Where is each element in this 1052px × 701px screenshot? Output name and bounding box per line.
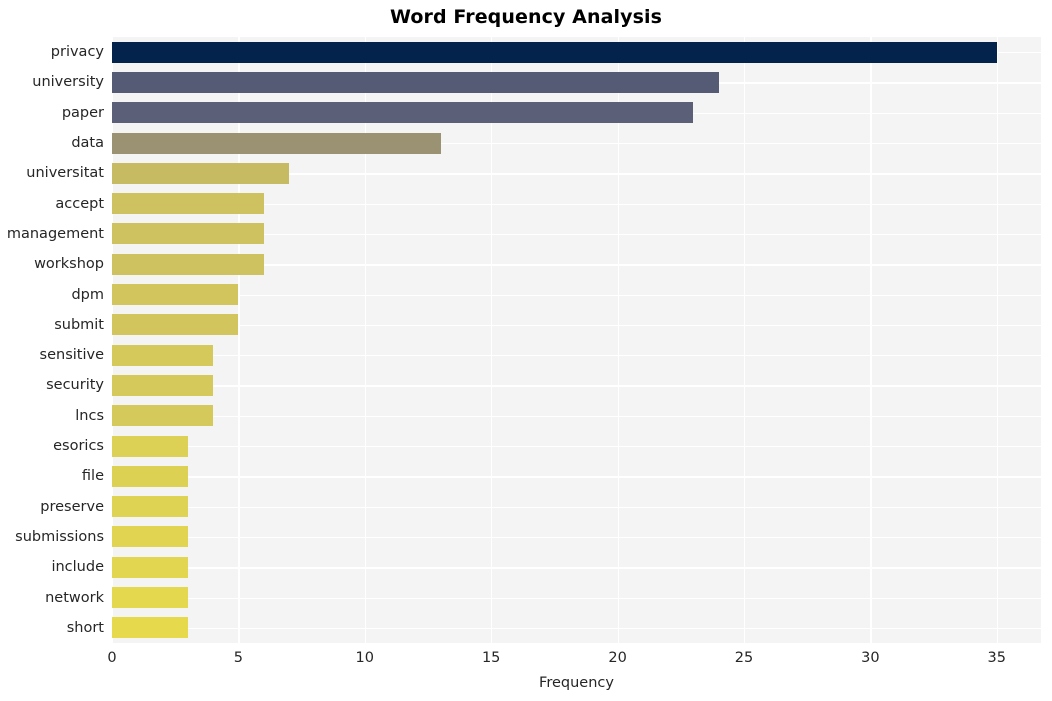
y-tick-label-accept: accept: [55, 195, 104, 212]
y-tick-label-file: file: [81, 468, 104, 485]
x-tick-label-5: 5: [233, 650, 244, 666]
gridline-vertical: [112, 37, 114, 643]
gridline-vertical: [491, 37, 493, 643]
x-tick-label-30: 30: [861, 650, 880, 666]
gridline-horizontal: [112, 567, 1041, 569]
bar-management: [112, 223, 264, 245]
gridline-horizontal: [112, 385, 1041, 387]
bar-dpm: [112, 284, 239, 306]
gridline-vertical: [617, 37, 619, 643]
y-tick-label-management: management: [6, 225, 104, 242]
gridline-vertical: [996, 37, 999, 643]
y-tick-label-data: data: [71, 135, 104, 152]
word-frequency-chart-figure: Word Frequency Analysis privacy universit…: [0, 0, 1052, 701]
gridline-horizontal: [112, 355, 1041, 357]
bar-security: [112, 374, 214, 396]
gridline-vertical: [238, 37, 240, 643]
bar-submissions: [112, 526, 188, 548]
y-tick-label-dpm: dpm: [71, 286, 104, 303]
x-axis-label: Frequency: [539, 675, 614, 691]
gridline-horizontal: [112, 294, 1041, 296]
chart-title: Word Frequency Analysis: [389, 6, 663, 28]
bar-university: [112, 71, 719, 93]
y-axis-tick-labels: privacy university paper data universitat acc…: [0, 37, 104, 643]
y-tick-label-preserve: preserve: [40, 498, 104, 515]
y-tick-label-university: university: [32, 74, 104, 91]
x-tick-label-10: 10: [355, 650, 375, 666]
y-tick-label-privacy: privacy: [50, 44, 104, 61]
gridline-horizontal: [112, 627, 1041, 630]
y-tick-label-network: network: [45, 589, 104, 606]
bar-submit: [112, 314, 239, 336]
y-tick-label-sensitive: sensitive: [39, 347, 104, 364]
y-tick-label-workshop: workshop: [34, 256, 104, 273]
bar-workshop: [112, 253, 264, 275]
gridline-horizontal: [112, 536, 1041, 539]
bar-file: [112, 465, 188, 487]
y-tick-label-universitat: universitat: [26, 165, 104, 182]
gridline-horizontal: [112, 597, 1041, 599]
y-tick-label-lncs: lncs: [75, 407, 104, 424]
bar-paper: [112, 102, 694, 124]
bar-include: [112, 556, 188, 578]
bar-sensitive: [112, 344, 214, 366]
y-tick-label-security: security: [46, 377, 104, 394]
gridline-horizontal: [112, 506, 1041, 508]
bar-short: [112, 617, 188, 639]
y-tick-label-short: short: [66, 619, 104, 636]
bar-preserve: [112, 496, 188, 518]
bar-universitat: [112, 162, 289, 184]
gridline-horizontal: [112, 415, 1041, 418]
y-tick-label-paper: paper: [61, 104, 104, 121]
plot-area: [112, 37, 1041, 643]
gridline-vertical: [743, 37, 746, 643]
x-tick-label-25: 25: [734, 650, 754, 666]
bar-esorics: [112, 435, 188, 457]
bar-accept: [112, 193, 264, 215]
x-tick-label-15: 15: [481, 650, 501, 666]
gridline-vertical: [364, 37, 367, 643]
gridline-horizontal: [112, 476, 1041, 478]
x-tick-label-0: 0: [107, 650, 117, 666]
bar-data: [112, 132, 441, 154]
x-tick-label-35: 35: [987, 650, 1006, 666]
bar-network: [112, 587, 188, 609]
y-tick-label-esorics: esorics: [53, 438, 104, 455]
x-tick-label-20: 20: [608, 650, 627, 666]
y-tick-label-include: include: [51, 559, 104, 576]
y-tick-label-submissions: submissions: [15, 528, 104, 545]
x-axis-tick-labels: 0 5 10 15 20 25 30 35: [107, 650, 1041, 672]
bar-privacy: [112, 41, 997, 63]
bar-lncs: [112, 405, 214, 427]
gridline-horizontal: [112, 446, 1041, 448]
y-tick-label-submit: submit: [54, 316, 104, 333]
gridline-vertical: [870, 37, 872, 643]
gridline-horizontal: [112, 324, 1041, 327]
